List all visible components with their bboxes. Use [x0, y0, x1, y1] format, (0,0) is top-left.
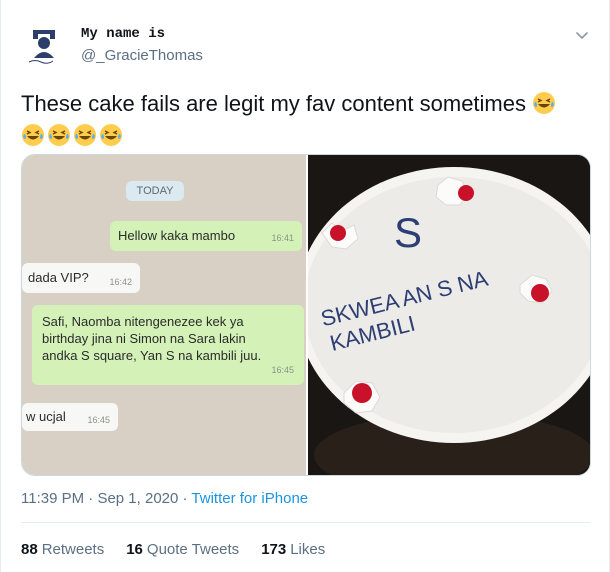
tweet-text-body: These cake fails are legit my fav conten… — [21, 91, 526, 116]
chat-message-text: dada VIP? — [28, 270, 89, 285]
chat-date-label: TODAY — [126, 181, 184, 201]
tweet-date[interactable]: Sep 1, 2020 — [97, 490, 178, 507]
likes-label: Likes — [290, 541, 326, 558]
cherry — [330, 225, 346, 241]
chat-message-out: Hellow kaka mambo 16:41 — [110, 221, 302, 251]
laughing-tears-emoji-icon — [100, 124, 122, 146]
author-name[interactable]: My name is — [81, 26, 165, 42]
likes-stat[interactable]: 173 Likes — [261, 541, 325, 558]
likes-count: 173 — [261, 541, 287, 558]
chat-message-out: Safi, Naomba nitengenezee kek ya birthda… — [32, 305, 304, 385]
author-handle[interactable]: @_GracieThomas — [81, 47, 203, 64]
chat-message-line: birthday jina ni Simon na Sara lakin — [42, 331, 246, 346]
avatar[interactable] — [21, 22, 67, 68]
cherry — [458, 185, 474, 201]
chat-message-text: w ucjal — [26, 409, 66, 424]
cake-icing-text: S — [394, 209, 422, 256]
tweet-timestamp: 11:39 PM · Sep 1, 2020 · Twitter for iPh… — [21, 490, 308, 507]
tweet-stats: 88 Retweets 16 Quote Tweets 173 Likes — [21, 541, 347, 558]
retweets-stat[interactable]: 88 Retweets — [21, 541, 104, 558]
quotes-label: Quote Tweets — [146, 541, 240, 558]
laughing-tears-emoji-icon — [74, 124, 96, 146]
cake-illustration: S SKWEA AN S NA KAMBILI — [296, 155, 590, 475]
chat-message-time: 16:42 — [109, 277, 132, 287]
tweet-text: These cake fails are legit my fav conten… — [21, 88, 596, 152]
cherry — [352, 383, 372, 403]
chat-message-line: Safi, Naomba nitengenezee kek ya — [42, 314, 244, 329]
chevron-down-icon[interactable] — [573, 26, 591, 44]
tweet-source[interactable]: Twitter for iPhone — [191, 490, 308, 507]
quotes-count: 16 — [126, 541, 143, 558]
chat-message-time: 16:45 — [87, 415, 110, 425]
chat-message-in: w ucjal 16:45 — [22, 403, 118, 431]
chat-message-text: Hellow kaka mambo — [118, 228, 236, 243]
chat-message-line: andka S square, Yan S na kambili juu. — [42, 348, 262, 363]
laughing-tears-emoji-icon — [533, 92, 556, 114]
chat-message-time: 16:45 — [271, 365, 294, 375]
tweet-media[interactable]: TODAY Hellow kaka mambo 16:41 dada VIP? … — [21, 154, 591, 476]
avatar-illustration-icon — [21, 22, 67, 68]
divider — [21, 522, 591, 523]
cherry — [531, 284, 549, 302]
chat-message-in: dada VIP? 16:42 — [22, 263, 140, 293]
cake-photo-image[interactable]: S SKWEA AN S NA KAMBILI — [296, 155, 590, 475]
chat-message-time: 16:41 — [271, 233, 294, 243]
laughing-tears-emoji-icon — [22, 124, 44, 146]
quote-tweets-stat[interactable]: 16 Quote Tweets — [126, 541, 239, 558]
tweet-time[interactable]: 11:39 PM — [21, 490, 84, 507]
chat-screenshot-image[interactable]: TODAY Hellow kaka mambo 16:41 dada VIP? … — [22, 155, 306, 475]
tweet-card: My name is @_GracieThomas These cake fai… — [0, 0, 610, 572]
retweets-label: Retweets — [41, 541, 105, 558]
retweets-count: 88 — [21, 541, 38, 558]
laughing-tears-emoji-icon — [48, 124, 70, 146]
